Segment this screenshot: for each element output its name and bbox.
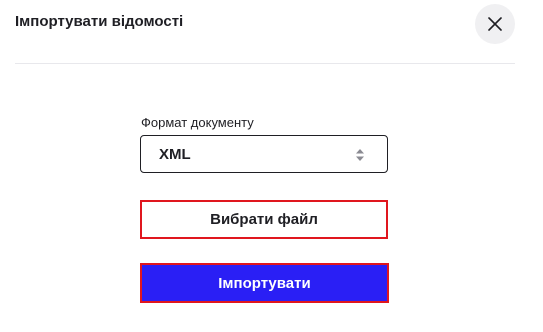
format-label: Формат документу [141,115,254,130]
header-divider [15,63,515,64]
dialog-title: Імпортувати відомості [15,13,184,30]
format-select-value: XML [159,145,191,163]
sort-arrows-icon [356,149,364,161]
choose-file-label: Вибрати файл [210,211,318,228]
import-dialog: Імпортувати відомості Формат документу X… [0,0,543,332]
close-button[interactable] [475,4,515,44]
import-button[interactable]: Імпортувати [140,263,389,303]
import-label: Імпортувати [218,274,311,292]
close-icon [488,17,502,31]
choose-file-button[interactable]: Вибрати файл [140,200,388,239]
format-select[interactable]: XML [140,135,388,173]
